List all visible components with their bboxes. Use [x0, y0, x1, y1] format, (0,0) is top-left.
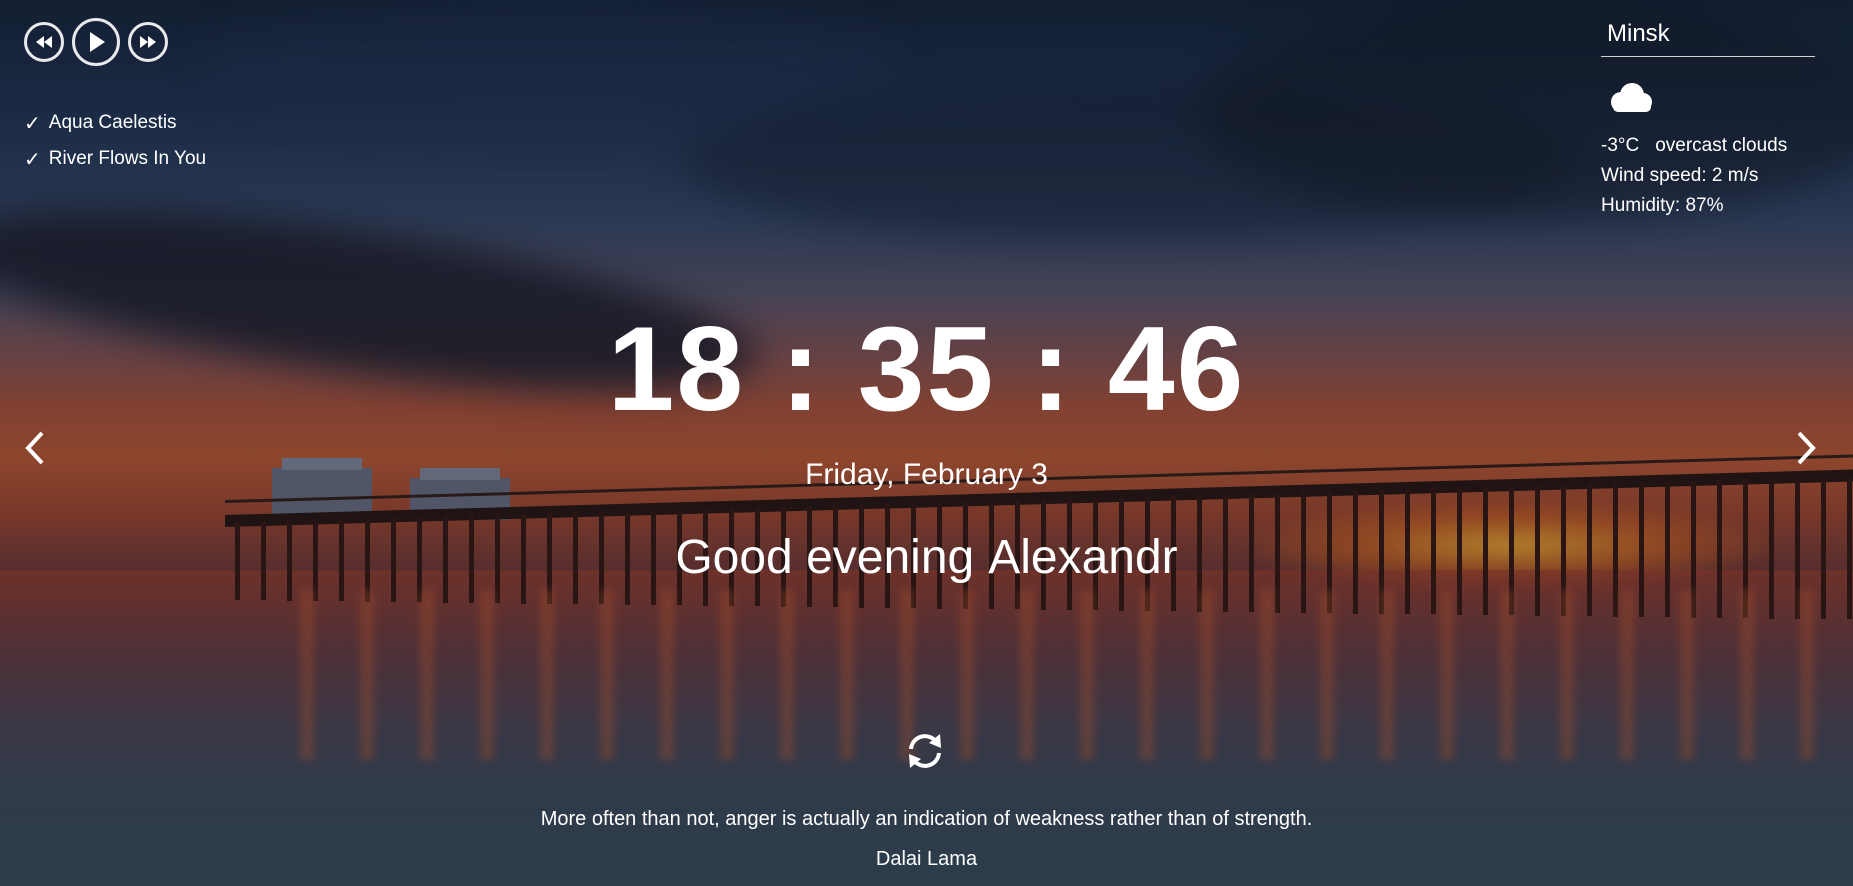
weather-summary: -3°C overcast clouds	[1601, 135, 1815, 157]
playlist: ✓ Aqua Caelestis ✓ River Flows In You	[24, 105, 206, 177]
temperature: -3°C	[1601, 135, 1640, 156]
quote-text: More often than not, anger is actually a…	[540, 808, 1313, 830]
clock-time: 18 : 35 : 46	[607, 302, 1246, 436]
user-name[interactable]: Alexandr	[988, 531, 1177, 584]
quote-author: Dalai Lama	[875, 848, 978, 870]
next-track-button[interactable]	[128, 22, 168, 62]
weather-widget: -3°C overcast clouds Wind speed: 2 m/s H…	[1601, 18, 1815, 217]
weather-description: overcast clouds	[1655, 135, 1788, 156]
play-icon	[90, 32, 105, 52]
change-quote-button[interactable]	[902, 728, 948, 774]
rewind-icon	[36, 36, 52, 48]
city-input[interactable]	[1601, 18, 1815, 57]
playlist-item-title: River Flows In You	[48, 148, 207, 169]
clock-date: Friday, February 3	[805, 458, 1048, 491]
cloud-icon	[1605, 81, 1655, 115]
greeting: Good evening Alexandr	[0, 530, 1853, 585]
playlist-item[interactable]: ✓ Aqua Caelestis	[24, 105, 206, 141]
play-button[interactable]	[72, 18, 120, 66]
app-background: ✓ Aqua Caelestis ✓ River Flows In You -3…	[0, 0, 1853, 886]
fast-forward-icon	[140, 36, 156, 48]
playlist-item[interactable]: ✓ River Flows In You	[24, 141, 206, 177]
checkmark-icon: ✓	[24, 111, 41, 135]
audio-player	[24, 18, 168, 66]
greeting-text: Good evening	[675, 531, 975, 584]
refresh-icon	[909, 734, 941, 768]
humidity: Humidity: 87%	[1601, 195, 1724, 216]
playlist-item-title: Aqua Caelestis	[48, 112, 177, 133]
checkmark-icon: ✓	[24, 147, 41, 171]
prev-track-button[interactable]	[24, 22, 64, 62]
wind-speed: Wind speed: 2 m/s	[1601, 165, 1759, 186]
